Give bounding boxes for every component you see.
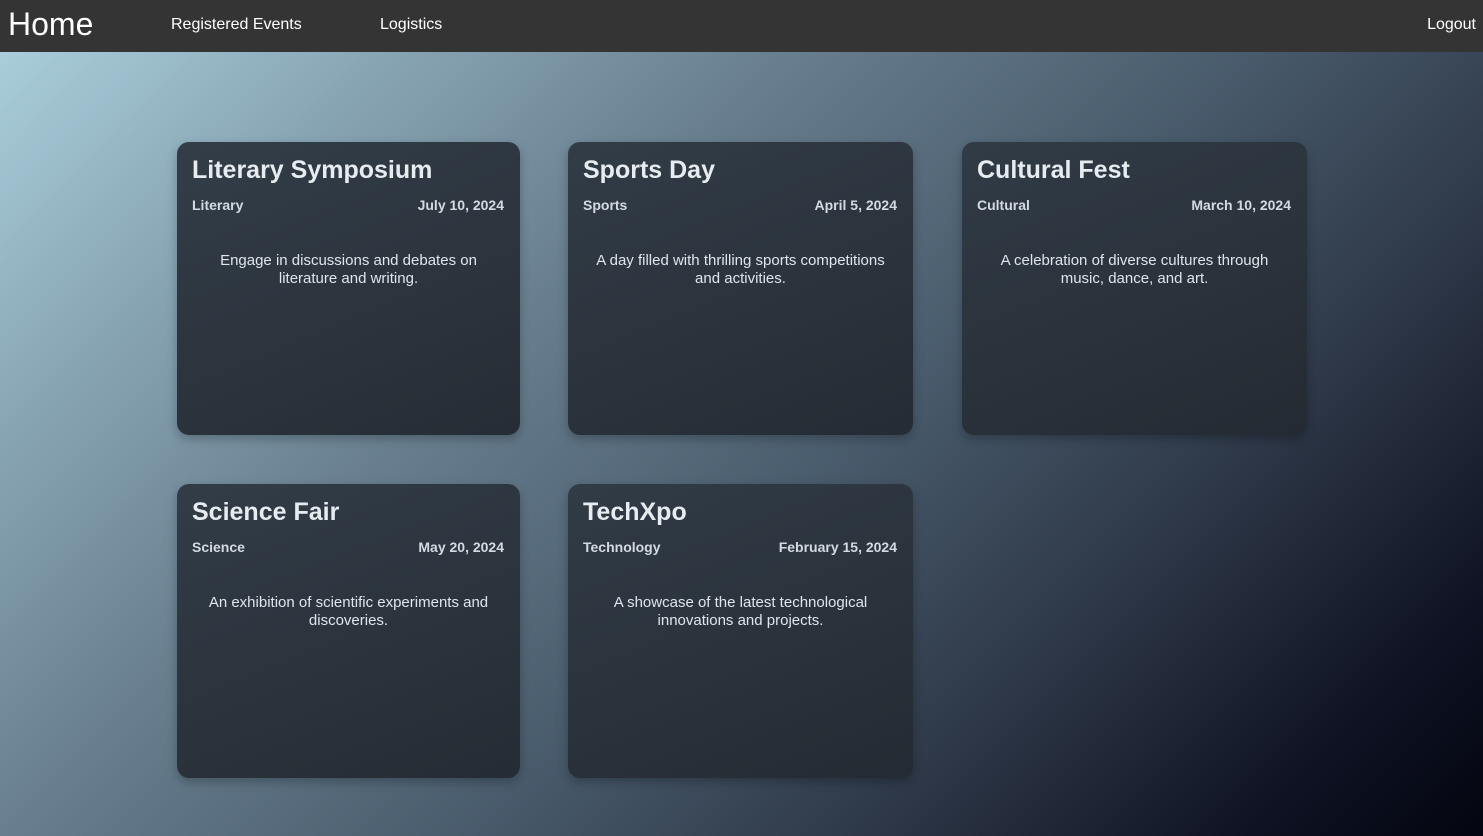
event-card-techxpo[interactable]: TechXpo Technology February 15, 2024 A s…: [568, 484, 913, 778]
event-category: Technology: [583, 539, 661, 555]
event-description: A celebration of diverse cultures throug…: [1000, 252, 1269, 287]
event-description: Engage in discussions and debates on lit…: [220, 252, 477, 287]
logout-link[interactable]: Logout: [1427, 16, 1476, 34]
event-date: February 15, 2024: [778, 539, 897, 555]
logistics-link[interactable]: Logistics: [380, 16, 442, 34]
event-card-science-fair[interactable]: Science Fair Science May 20, 2024 An exh…: [177, 484, 520, 778]
event-title: Science Fair: [192, 498, 340, 526]
event-description: A day filled with thrilling sports compe…: [596, 252, 885, 287]
event-card-literary-symposium[interactable]: Literary Symposium Literary July 10, 202…: [177, 142, 520, 435]
event-category: Science: [192, 539, 245, 555]
event-date: April 5, 2024: [814, 197, 898, 213]
event-title: Literary Symposium: [192, 156, 433, 184]
registered-events-link[interactable]: Registered Events: [171, 16, 302, 34]
home-link[interactable]: Home: [8, 6, 93, 43]
event-category: Sports: [583, 197, 628, 213]
event-title: Cultural Fest: [977, 156, 1130, 184]
event-category: Cultural: [977, 197, 1030, 213]
event-date: July 10, 2024: [417, 197, 504, 213]
event-category: Literary: [192, 197, 244, 213]
event-date: May 20, 2024: [418, 539, 504, 555]
event-card-sports-day[interactable]: Sports Day Sports April 5, 2024 A day fi…: [568, 142, 913, 435]
event-date: March 10, 2024: [1191, 197, 1291, 213]
event-card-cultural-fest[interactable]: Cultural Fest Cultural March 10, 2024 A …: [962, 142, 1307, 435]
event-title: Sports Day: [583, 156, 715, 184]
event-description: An exhibition of scientific experiments …: [208, 594, 489, 629]
top-navbar: Home Registered Events Logistics Logout: [0, 0, 1483, 52]
event-description: A showcase of the latest technological i…: [613, 594, 868, 629]
event-title: TechXpo: [583, 498, 687, 526]
